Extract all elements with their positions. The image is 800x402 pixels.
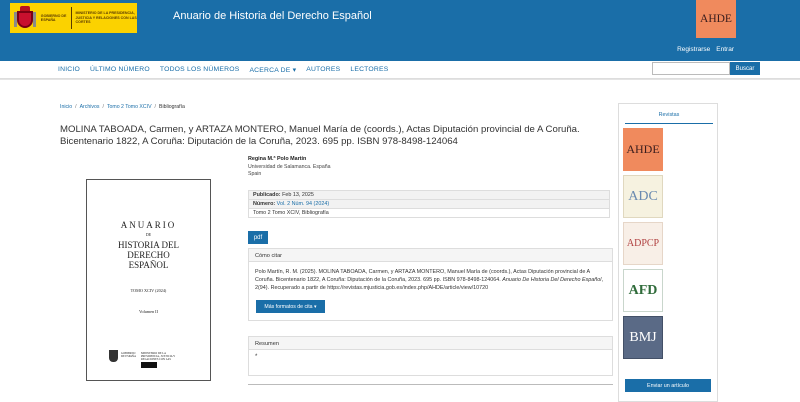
citation-box: Cómo citar Polo Martín, R. M. (2025). MO… xyxy=(248,248,613,321)
nav-item-readers[interactable]: LECTORES xyxy=(350,66,388,74)
cover-line-1: HISTORIA DEL xyxy=(117,240,180,250)
article-details: Regina M.ª Polo Martín Universidad de Sa… xyxy=(248,156,613,385)
abstract-box: Resumen * xyxy=(248,336,613,376)
issue-label: Número: xyxy=(253,201,276,207)
nav-item-about[interactable]: ACERCA DE ▾ xyxy=(249,66,296,74)
breadcrumb-current: Bibliografía xyxy=(158,104,185,110)
journal-link-adc[interactable]: ADC xyxy=(623,175,663,218)
cover-shield-icon xyxy=(109,350,118,362)
nav-item-archives[interactable]: TODOS LOS NÚMEROS xyxy=(160,66,240,74)
cover-anuario: ANUARIO xyxy=(120,220,177,230)
cover-gov-text: GOBIERNO DE ESPAÑA xyxy=(121,352,137,359)
breadcrumb-separator: / xyxy=(102,104,104,110)
publication-meta: Publicado: Feb 13, 2025 Número: Vol. 2 N… xyxy=(248,190,610,218)
gov-divider xyxy=(70,7,72,29)
pdf-download-button[interactable]: pdf xyxy=(248,231,268,244)
affiliation: Universidad de Salamanca. España xyxy=(248,164,331,170)
page-title: MOLINA TABOADA, Carmen, y ARTAZA MONTERO… xyxy=(60,124,580,147)
cover-journal-name: HISTORIA DEL DERECHO ESPAÑOL xyxy=(87,240,210,270)
nav-item-home[interactable]: INICIO xyxy=(58,66,80,74)
author-name: Regina M.ª Polo Martín xyxy=(248,156,307,162)
search-button[interactable]: Buscar xyxy=(730,62,760,75)
breadcrumb-issue[interactable]: Tomo 2 Tomo XCIV xyxy=(107,104,152,110)
author-affiliation: Universidad de Salamanca. España Spain xyxy=(248,164,613,178)
journal-link-afd[interactable]: AFD xyxy=(623,269,663,312)
cover-gov-logo: GOBIERNO DE ESPAÑA MINISTERIO DE LA PRES… xyxy=(109,350,189,368)
gov-name: GOBIERNO DE ESPAÑA xyxy=(40,13,67,23)
submit-article-button[interactable]: Enviar un artículo xyxy=(625,379,711,392)
citation-heading: Cómo citar xyxy=(249,249,612,262)
published-label: Publicado: xyxy=(253,192,281,198)
breadcrumb: Inicio / Archivos / Tomo 2 Tomo XCIV / Bibliog… xyxy=(60,104,185,110)
section-divider xyxy=(248,384,613,385)
nav-item-authors[interactable]: AUTORES xyxy=(306,66,340,74)
section-row: Tomo 2 Tomo XCIV, Bibliografía xyxy=(253,210,329,216)
nav-menu: INICIO ÚLTIMO NÚMERO TODOS LOS NÚMEROS A… xyxy=(58,66,398,74)
login-link[interactable]: Entrar xyxy=(716,46,734,53)
abstract-text: * xyxy=(255,354,258,360)
government-logo[interactable]: GOBIERNO DE ESPAÑA MINISTERIO DE LA PRES… xyxy=(10,3,137,33)
published-date: Feb 13, 2025 xyxy=(282,192,314,198)
site-title[interactable]: Anuario de Historia del Derecho Español xyxy=(173,10,372,22)
boe-logo-icon xyxy=(141,362,157,368)
cover-line-3: ESPAÑOL xyxy=(128,260,169,270)
sidebar-title: Revistas xyxy=(625,112,713,124)
cover-line-2: DERECHO xyxy=(127,250,170,260)
breadcrumb-separator: / xyxy=(154,104,156,110)
more-citation-formats-button[interactable]: Más formatos de cita ▾ xyxy=(256,300,325,313)
nav-item-current-issue[interactable]: ÚLTIMO NÚMERO xyxy=(90,66,150,74)
journal-link-ahde[interactable]: AHDE xyxy=(623,128,663,171)
citation-journal: Anuario De Historia Del Derecho Español xyxy=(502,277,602,283)
journal-logo[interactable]: AHDE xyxy=(696,0,736,38)
user-links: Registrarse Entrar xyxy=(677,46,734,53)
issue-link[interactable]: Vol. 2 Núm. 94 (2024) xyxy=(277,201,329,207)
issue-row: Número: Vol. 2 Núm. 94 (2024) xyxy=(249,200,609,209)
breadcrumb-archives[interactable]: Archivos xyxy=(80,104,100,110)
ministry-name: MINISTERIO DE LA PRESIDENCIA, JUSTICIA Y… xyxy=(75,11,137,25)
breadcrumb-home[interactable]: Inicio xyxy=(60,104,72,110)
abstract-heading: Resumen xyxy=(249,337,612,350)
coat-of-arms-icon xyxy=(14,6,36,30)
cover-de: DE xyxy=(145,232,152,237)
country: Spain xyxy=(248,171,262,177)
sidebar: Revistas AHDE ADC ADPCP AFD BMJ Enviar u… xyxy=(618,103,718,402)
search-input[interactable] xyxy=(652,62,730,75)
issue-cover-image: ANUARIO DE HISTORIA DEL DERECHO ESPAÑOL … xyxy=(86,179,211,381)
citation-text: Polo Martín, R. M. (2025). MOLINA TABOAD… xyxy=(249,262,612,292)
published-row: Publicado: Feb 13, 2025 xyxy=(249,191,609,200)
divider xyxy=(0,79,800,80)
cover-tomo: TOMO XCIV (2024) xyxy=(130,288,167,293)
register-link[interactable]: Registrarse xyxy=(677,46,710,53)
cover-volume: Volumen II xyxy=(139,309,158,314)
journal-link-bmj[interactable]: BMJ xyxy=(623,316,663,359)
site-header: GOBIERNO DE ESPAÑA MINISTERIO DE LA PRES… xyxy=(0,0,800,61)
breadcrumb-separator: / xyxy=(75,104,77,110)
journal-link-adpcp[interactable]: ADPCP xyxy=(623,222,663,265)
